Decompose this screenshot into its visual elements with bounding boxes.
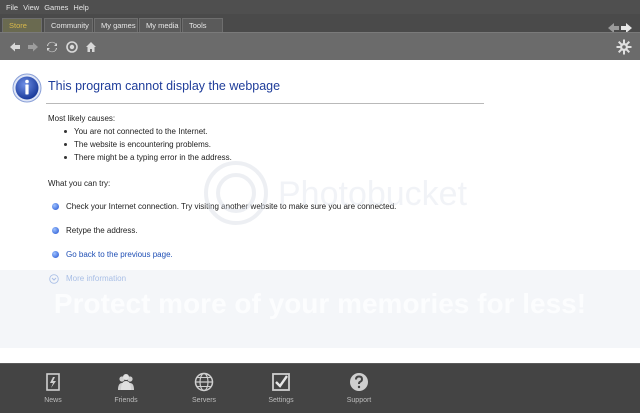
home-icon[interactable] — [84, 40, 98, 54]
menu-view[interactable]: View — [23, 3, 39, 12]
nav-support[interactable]: Support — [334, 372, 384, 412]
title-divider — [46, 103, 484, 104]
menu-games[interactable]: Games — [44, 3, 68, 12]
error-title: This program cannot display the webpage — [48, 79, 281, 93]
globe-icon — [194, 372, 214, 392]
tab-store-label: Store — [9, 21, 27, 30]
nav-friends[interactable]: Friends — [101, 372, 151, 412]
nav-news[interactable]: News — [28, 372, 78, 412]
tab-tools-label: Tools — [189, 21, 207, 30]
tab-community[interactable]: Community — [44, 18, 93, 32]
gear-icon[interactable] — [616, 39, 632, 55]
cause-item: You are not connected to the Internet. — [74, 127, 208, 136]
nav-support-label: Support — [346, 397, 372, 404]
friends-icon — [118, 374, 134, 390]
nav-servers-label: Servers — [191, 397, 217, 404]
more-information-link[interactable]: More information — [66, 274, 126, 283]
info-icon — [12, 73, 42, 103]
forward-arrow-icon[interactable] — [26, 40, 40, 54]
bottom-nav: News Friends Servers Settings Support — [0, 363, 640, 413]
nav-news-label: News — [44, 397, 62, 404]
cause-item: The website is encountering problems. — [74, 140, 211, 149]
browser-content: This program cannot display the webpage … — [0, 60, 640, 363]
menu-file[interactable]: File — [6, 3, 18, 12]
tab-strip: Store Community My games My media Tools — [0, 14, 640, 33]
try-item: Retype the address. — [66, 226, 138, 235]
try-bullet — [52, 203, 59, 210]
nav-settings[interactable]: Settings — [256, 372, 306, 412]
go-back-link[interactable]: Go back to the previous page. — [66, 250, 173, 259]
photobucket-watermark-logo: Photobucket — [204, 161, 468, 225]
stop-icon[interactable] — [65, 40, 79, 54]
tab-my-games[interactable]: My games — [94, 18, 138, 32]
tab-tools[interactable]: Tools — [182, 18, 223, 32]
tab-store[interactable]: Store — [2, 18, 42, 32]
try-bullet — [52, 227, 59, 234]
cause-bullet — [64, 130, 67, 133]
back-arrow-icon[interactable] — [8, 40, 22, 54]
browser-toolbar — [0, 32, 640, 60]
checkbox-icon — [272, 373, 290, 391]
nav-friends-label: Friends — [114, 397, 138, 404]
question-icon — [350, 373, 368, 391]
try-bullet — [52, 251, 59, 258]
nav-settings-label: Settings — [268, 397, 294, 404]
watermark-text: Protect more of your memories for less! — [53, 288, 587, 319]
svg-text:Photobucket: Photobucket — [278, 175, 468, 213]
news-icon — [46, 373, 60, 391]
tab-my-media-label: My media — [146, 21, 179, 30]
causes-heading: Most likely causes: — [48, 114, 116, 123]
nav-servers[interactable]: Servers — [179, 372, 229, 412]
tab-my-media[interactable]: My media — [139, 18, 181, 32]
tab-my-games-label: My games — [101, 21, 136, 30]
try-heading: What you can try: — [48, 179, 111, 188]
chevron-down-icon[interactable] — [49, 274, 59, 284]
tab-community-label: Community — [51, 21, 89, 30]
menu-bar: File View Games Help — [0, 0, 640, 14]
cause-bullet — [64, 156, 67, 159]
cause-bullet — [64, 143, 67, 146]
refresh-icon[interactable] — [45, 40, 59, 54]
menu-help[interactable]: Help — [73, 3, 88, 12]
